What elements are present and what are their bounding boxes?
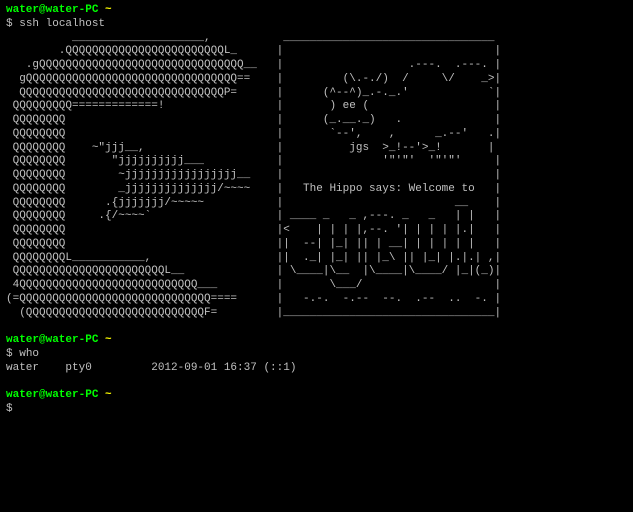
motd-ascii-art: ____________________, __________________… bbox=[6, 32, 627, 321]
path-3: ~ bbox=[105, 389, 112, 401]
user-host-3: water@water-PC bbox=[6, 389, 98, 401]
prompt-line-3: water@water-PC ~ bbox=[6, 389, 627, 403]
prompt-symbol-3: $ bbox=[6, 403, 13, 415]
command-line-2[interactable]: $ who bbox=[6, 348, 627, 362]
command-1: ssh localhost bbox=[19, 18, 105, 30]
prompt-line-2: water@water-PC ~ bbox=[6, 334, 627, 348]
command-line-1[interactable]: $ ssh localhost bbox=[6, 18, 627, 32]
user-host-1: water@water-PC bbox=[6, 4, 98, 16]
prompt-symbol-1: $ bbox=[6, 18, 13, 30]
command-line-3[interactable]: $ bbox=[6, 403, 627, 417]
user-host-2: water@water-PC bbox=[6, 334, 98, 346]
blank-2 bbox=[6, 375, 627, 389]
path-2: ~ bbox=[105, 334, 112, 346]
prompt-line-1: water@water-PC ~ bbox=[6, 4, 627, 18]
path-1: ~ bbox=[105, 4, 112, 16]
who-output: water pty0 2012-09-01 16:37 (::1) bbox=[6, 362, 627, 376]
prompt-symbol-2: $ bbox=[6, 348, 13, 360]
command-2: who bbox=[19, 348, 39, 360]
blank-1 bbox=[6, 320, 627, 334]
